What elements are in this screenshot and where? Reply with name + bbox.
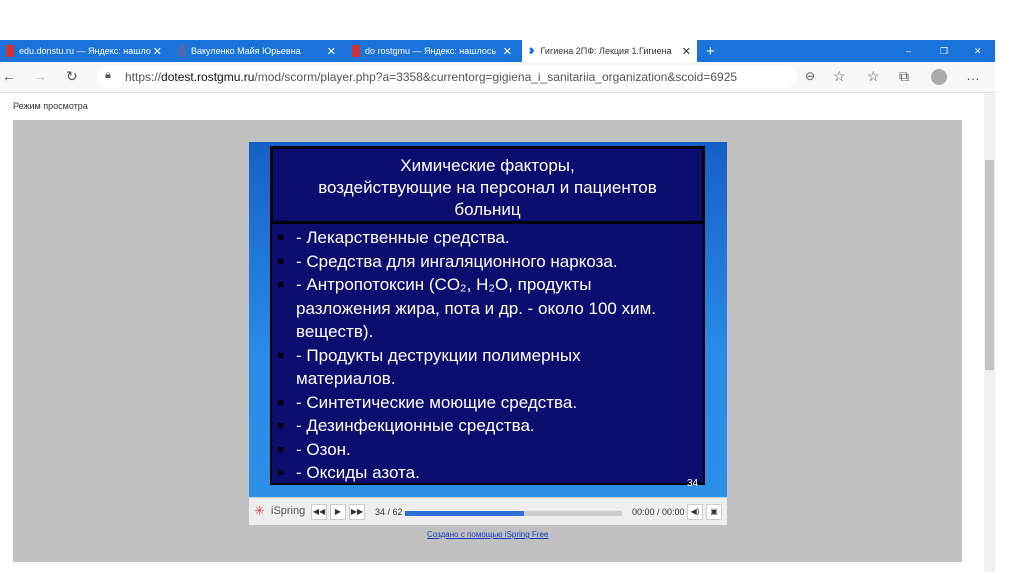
new-tab-button[interactable]: + [700, 40, 715, 62]
title-line: воздействующие на персонал и пациентов [318, 178, 657, 197]
title-line: Химические факторы, [400, 156, 575, 175]
list-item: - Дезинфекционные средства. [276, 414, 701, 438]
progress-fill [405, 511, 525, 516]
maximize-button[interactable]: ❐ [934, 40, 948, 62]
favorite-add-icon[interactable]: ☆ [833, 68, 846, 85]
title-line: больниц [454, 200, 521, 219]
view-mode-label: Режим просмотра [13, 101, 88, 111]
reload-icon[interactable]: ↻ [66, 68, 78, 85]
close-tab-icon[interactable]: ✕ [503, 45, 512, 58]
play-button[interactable]: ▶ [330, 504, 346, 520]
scrollbar-thumb[interactable] [985, 160, 994, 370]
list-item: - Оксиды азота. [276, 461, 701, 485]
tab-label: do rostgmu — Яндекс: нашлось [365, 46, 497, 56]
tab-0[interactable]: edu.donstu.ru — Яндекс: нашло ✕ [0, 40, 168, 62]
favorites-icon[interactable]: ☆ [867, 68, 880, 85]
zoom-icon[interactable]: ⊖ [805, 69, 815, 83]
tab-3-active[interactable]: ❥ Гигиена 2ПФ: Лекция 1.Гигиена ✕ [522, 40, 697, 62]
tab-label: Вакуленко Майя Юрьевна [191, 46, 301, 56]
time-display: 00:00 / 00:00 [632, 507, 685, 517]
more-icon[interactable]: … [966, 67, 980, 83]
yandex-icon [352, 45, 360, 57]
tab-2[interactable]: do rostgmu — Яндекс: нашлось ✕ [346, 40, 518, 62]
close-window-button[interactable]: ✕ [968, 40, 982, 62]
tab-label: edu.donstu.ru — Яндекс: нашло [19, 46, 151, 56]
list-item: веществ). [296, 322, 374, 341]
yandex-icon [6, 45, 14, 57]
close-tab-icon[interactable]: ✕ [682, 45, 691, 58]
moodle-icon: ❥ [528, 45, 536, 56]
list-item: - Синтетические моющие средства. [276, 391, 701, 415]
url-domain: dotest.rostgmu.ru [161, 70, 255, 84]
forward-icon[interactable]: → [33, 68, 47, 84]
slide-counter: 34 / 62 [375, 507, 403, 517]
profile-avatar[interactable] [931, 69, 947, 85]
slide-number: 34 [687, 478, 699, 489]
url-field[interactable]: 🔒︎ https://dotest.rostgmu.ru/mod/scorm/p… [97, 66, 797, 88]
slide-list: - Лекарственные средства. - Средства для… [276, 226, 701, 485]
progress-bar[interactable] [405, 511, 622, 516]
ispring-link[interactable]: Создано с помощью iSpring Free [427, 530, 548, 539]
rewind-button[interactable]: ◀◀ [311, 504, 327, 520]
lock-icon: 🔒︎ [105, 69, 111, 81]
tab-bar: edu.donstu.ru — Яндекс: нашло ✕ Вакуленко… [0, 40, 995, 62]
list-item: - Лекарственные средства. [276, 226, 701, 250]
close-tab-icon[interactable]: ✕ [327, 45, 336, 58]
url-path: /mod/scorm/player.php?a=3358&currentorg=… [254, 70, 738, 84]
collections-icon[interactable]: ⧉ [899, 68, 909, 85]
tab-1[interactable]: Вакуленко Майя Юрьевна ✕ [172, 40, 342, 62]
volume-button[interactable]: ◀) [687, 504, 703, 520]
ispring-brand: iSpring [271, 505, 306, 517]
list-item: разложения жира, пота и др. - около 100 … [296, 298, 656, 318]
list-item: - Средства для ингаляционного наркоза. [276, 250, 701, 274]
fullscreen-button[interactable]: ▣ [706, 504, 722, 520]
back-icon[interactable]: ← [2, 68, 16, 84]
ispring-logo-icon: ✳ [254, 503, 265, 518]
list-item: - Антропотоксин (CO₂, H₂O, продукты [276, 273, 701, 297]
list-item: материалов. [296, 369, 396, 388]
url-prefix: https:// [125, 70, 162, 84]
slide-title: Химические факторы, воздействующие на пе… [270, 146, 705, 224]
tab-label: Гигиена 2ПФ: Лекция 1.Гигиена [540, 46, 672, 56]
close-tab-icon[interactable]: ✕ [153, 45, 162, 58]
page-icon [178, 45, 186, 57]
list-item: - Озон. [276, 438, 701, 462]
list-item: - Продукты деструкции полимерных [276, 344, 701, 368]
forward-button[interactable]: ▶▶ [349, 504, 365, 520]
minimize-button[interactable]: – [900, 40, 911, 62]
